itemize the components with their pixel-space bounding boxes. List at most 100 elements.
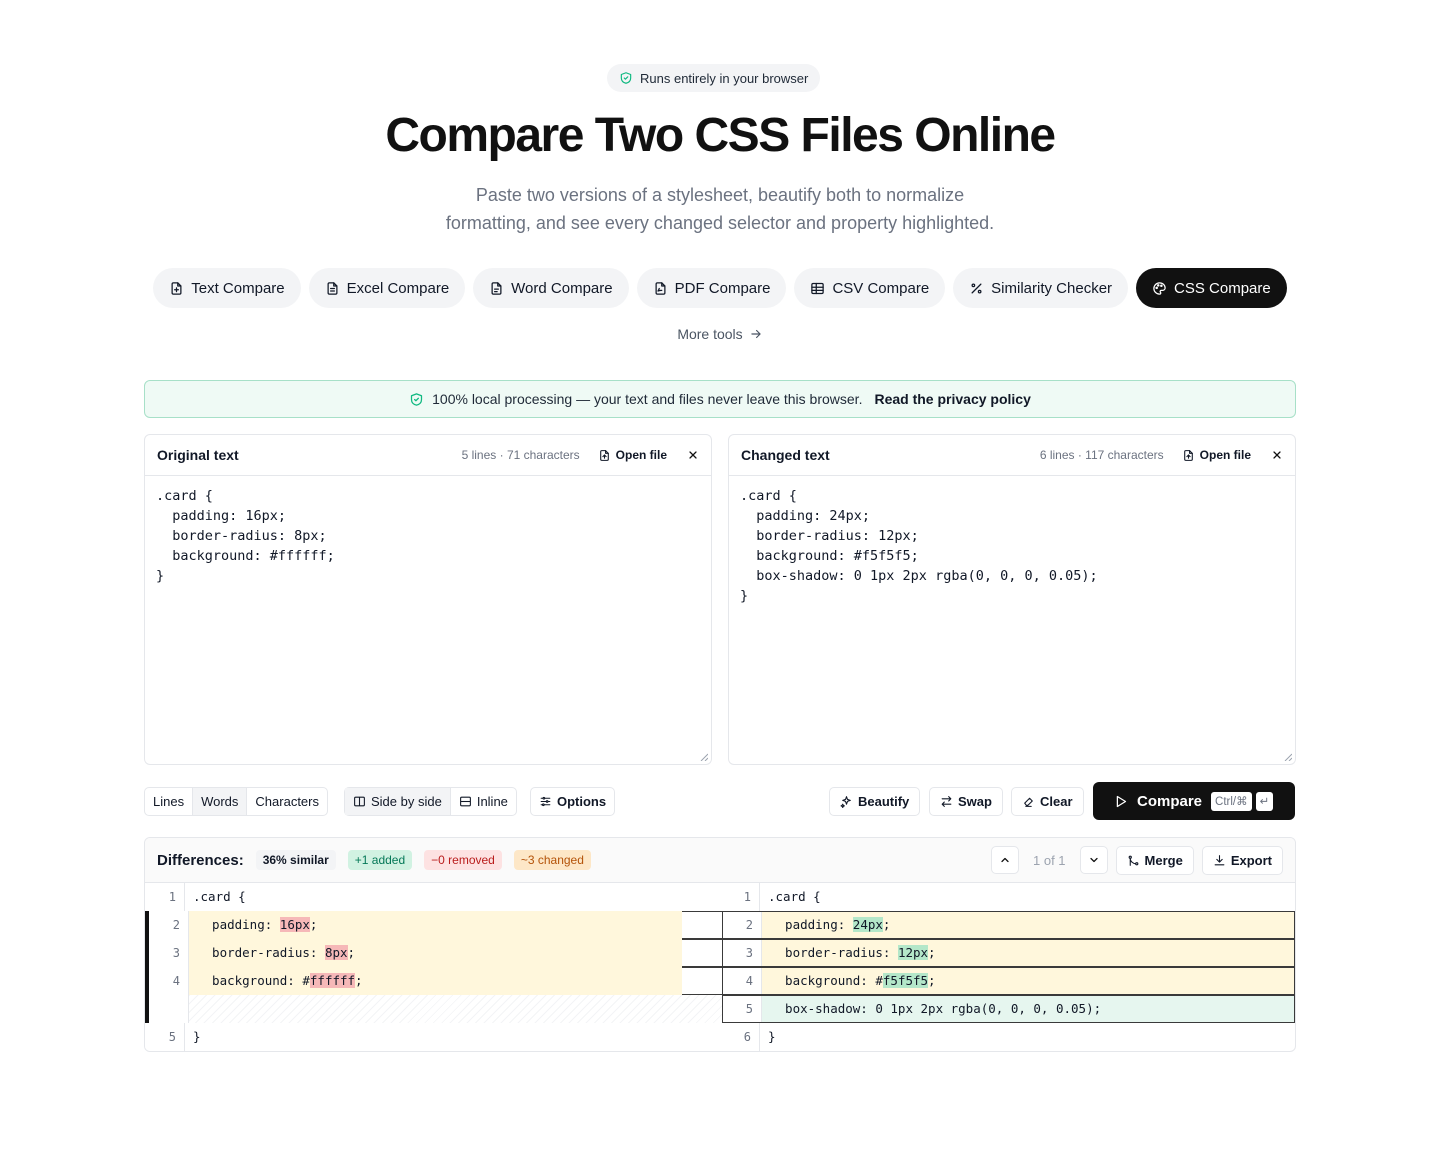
- swap-button[interactable]: Swap: [929, 787, 1003, 816]
- clear-editor-button[interactable]: [1271, 449, 1283, 461]
- differences-title: Differences:: [157, 851, 244, 869]
- editor-header: Changed text 6 lines · 117 characters Op…: [729, 435, 1295, 476]
- tool-csv-compare[interactable]: CSV Compare: [794, 268, 946, 308]
- diff-row: 3 border-radius: 8px; 3 border-radius: 12…: [145, 939, 1295, 967]
- compare-button[interactable]: Compare Ctrl/⌘ ↵: [1093, 782, 1295, 820]
- beautify-button[interactable]: Beautify: [829, 787, 921, 816]
- diff-controls: 1 of 1 Merge Export: [991, 845, 1283, 875]
- badge-text: Runs entirely in your browser: [640, 70, 809, 86]
- code-text: border-radius:: [770, 945, 898, 960]
- arrow-right-icon: [751, 329, 761, 339]
- code-text: ;: [309, 917, 318, 932]
- mode-characters[interactable]: Characters: [246, 788, 327, 815]
- changed-badge: ~3 changed: [513, 850, 591, 870]
- mode-lines[interactable]: Lines: [145, 788, 192, 815]
- pdf-file-icon: [655, 281, 666, 295]
- editor-header: Original text 5 lines · 71 characters Op…: [145, 435, 711, 476]
- code-line: box-shadow: 0 1px 2px rgba(0, 0, 0, 0.05…: [762, 995, 1295, 1023]
- view-toggle: Side by side Inline: [344, 787, 517, 816]
- view-inline-label: Inline: [476, 794, 508, 809]
- clear-label: Clear: [1040, 794, 1073, 809]
- code-line: }: [760, 1023, 1295, 1051]
- changed-cell: 3 border-radius: 12px;: [722, 939, 1295, 967]
- open-file-button[interactable]: Open file: [598, 448, 667, 462]
- code-line: padding: 16px;: [189, 911, 682, 939]
- percent-icon: [971, 283, 982, 293]
- removed-token: 16px: [279, 917, 310, 932]
- chevron-up-icon: [1001, 857, 1009, 863]
- code-text: .card {: [193, 889, 246, 904]
- privacy-text: 100% local processing — your text and fi…: [432, 391, 863, 407]
- code-text: border-radius:: [197, 945, 325, 960]
- editor-title: Original text: [157, 447, 239, 463]
- changed-cell: 4 background: #f5f5f5;: [722, 967, 1295, 995]
- resize-handle-icon[interactable]: [1284, 753, 1292, 761]
- clear-button[interactable]: Clear: [1011, 787, 1084, 816]
- more-tools-link[interactable]: More tools: [0, 326, 1440, 342]
- sliders-icon: [540, 796, 551, 807]
- resize-handle-icon[interactable]: [700, 753, 708, 761]
- code-text: box-shadow: 0 1px 2px rgba(0, 0, 0, 0.05…: [770, 1001, 1102, 1016]
- open-file-label: Open file: [615, 448, 667, 462]
- changed-cell: 6}: [720, 1023, 1295, 1051]
- line-number: 3: [149, 939, 189, 967]
- export-button[interactable]: Export: [1201, 845, 1283, 875]
- code-line: border-radius: 8px;: [189, 939, 682, 967]
- file-text-icon: [171, 281, 182, 295]
- changed-cell: 1 .card {: [720, 883, 1295, 911]
- options-button[interactable]: Options: [530, 787, 616, 816]
- removed-badge: −0 removed: [424, 850, 502, 870]
- line-number: 3: [722, 939, 762, 967]
- original-cell: 2 padding: 16px;: [149, 911, 722, 939]
- download-icon: [1214, 854, 1225, 865]
- tool-nav: Text Compare Excel Compare Word Compare …: [0, 268, 1440, 308]
- document-icon: [491, 281, 502, 295]
- merge-label: Merge: [1144, 852, 1183, 868]
- view-inline[interactable]: Inline: [449, 788, 516, 815]
- similarity-badge: 36% similar: [255, 850, 336, 870]
- changed-textarea[interactable]: .card { padding: 24px; border-radius: 12…: [729, 476, 1295, 616]
- tool-label: PDF Compare: [674, 279, 771, 297]
- tool-label: CSV Compare: [832, 279, 930, 297]
- tool-css-compare[interactable]: CSS Compare: [1136, 268, 1287, 308]
- code-text: ;: [355, 973, 363, 988]
- file-upload-icon: [1183, 449, 1193, 461]
- removed-token: ffffff: [309, 973, 356, 988]
- swap-label: Swap: [958, 794, 992, 809]
- merge-button[interactable]: Merge: [1115, 845, 1194, 875]
- clear-editor-button[interactable]: [687, 449, 699, 461]
- tool-excel-compare[interactable]: Excel Compare: [308, 268, 466, 308]
- beautify-label: Beautify: [858, 794, 910, 809]
- code-line: border-radius: 12px;: [762, 939, 1295, 967]
- line-number: 2: [722, 911, 762, 939]
- diff-row: 2 padding: 16px; 2 padding: 24px;: [145, 911, 1295, 939]
- code-line: background: #f5f5f5;: [762, 967, 1295, 995]
- privacy-policy-link[interactable]: Read the privacy policy: [874, 391, 1030, 407]
- view-side-by-side[interactable]: Side by side: [345, 788, 450, 815]
- tool-pdf-compare[interactable]: PDF Compare: [636, 268, 787, 308]
- page-title: Compare Two CSS Files Online: [385, 109, 1056, 162]
- swap-icon: [941, 796, 952, 807]
- original-textarea[interactable]: .card { padding: 16px; border-radius: 8p…: [145, 476, 711, 596]
- next-diff-button[interactable]: [1079, 846, 1108, 874]
- tool-text-compare[interactable]: Text Compare: [153, 268, 301, 308]
- code-text: .card {: [768, 889, 821, 904]
- open-file-button[interactable]: Open file: [1182, 448, 1251, 462]
- palette-icon: [1153, 281, 1166, 295]
- play-icon: [1116, 795, 1127, 807]
- diff-row: 4 background: #ffffff; 4 background: #f5f…: [145, 967, 1295, 995]
- diff-row: 5} 6}: [145, 1023, 1295, 1051]
- shield-check-icon: [411, 392, 423, 406]
- tool-word-compare[interactable]: Word Compare: [473, 268, 629, 308]
- subtitle-line-1: Paste two versions of a stylesheet, beau…: [475, 185, 965, 205]
- more-tools-label: More tools: [677, 326, 743, 342]
- line-number: 5: [145, 1023, 185, 1051]
- mode-words[interactable]: Words: [192, 788, 247, 815]
- original-cell: 4 background: #ffffff;: [149, 967, 722, 995]
- changed-cell: 2 padding: 24px;: [722, 911, 1295, 939]
- tool-label: Excel Compare: [346, 279, 450, 297]
- tool-similarity-checker[interactable]: Similarity Checker: [953, 268, 1129, 308]
- code-text: padding:: [197, 917, 280, 932]
- previous-diff-button[interactable]: [991, 846, 1019, 874]
- chevron-down-icon: [1089, 857, 1098, 863]
